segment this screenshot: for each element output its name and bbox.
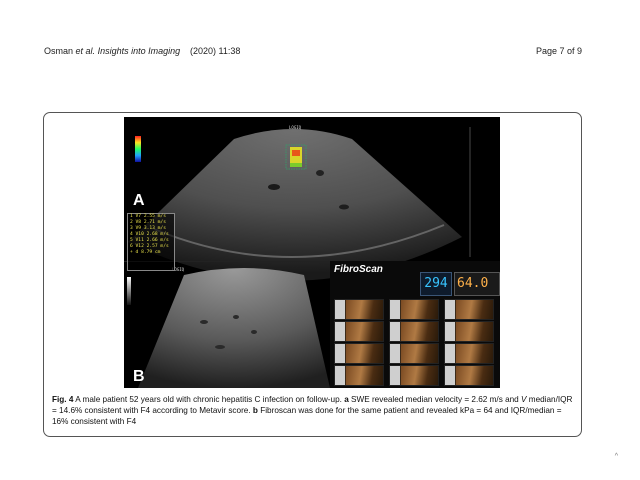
- elastogram-cell: [444, 343, 494, 364]
- figure-image: A B LOGIQ LOGIQ 1 V7 2.55 m/s 2 V8 2.71 …: [124, 117, 500, 388]
- measurement-row: + d 8.79 cm: [130, 250, 161, 255]
- elastogram-cell: [334, 321, 384, 342]
- elastogram-cell: [334, 343, 384, 364]
- elastogram-cell: [389, 321, 439, 342]
- elastogram-grid: [334, 299, 497, 387]
- elastogram-cell: [444, 299, 494, 320]
- panel-b-label: B: [133, 368, 145, 385]
- figure-caption: Fig. 4 A male patient 52 years old with …: [52, 394, 574, 427]
- elastogram-cell: [334, 299, 384, 320]
- header-authors: Osman: [44, 46, 74, 56]
- cap-value: 64.0: [454, 272, 500, 296]
- caption-text: SWE revealed median velocity = 2.62 m/s …: [348, 395, 521, 404]
- scroll-indicator-icon: ^: [614, 453, 618, 460]
- measurement-table: 1 V7 2.55 m/s 2 V8 2.71 m/s 3 V9 3.13 m/…: [127, 213, 175, 271]
- fibroscan-logo: FibroScan: [334, 264, 383, 275]
- header-volume: (2020) 11:38: [190, 46, 241, 56]
- page-number: Page 7 of 9: [535, 46, 582, 56]
- elastogram-cell: [444, 365, 494, 386]
- header-et-al: et al.: [75, 46, 96, 56]
- header-journal: Insights into Imaging: [97, 46, 181, 56]
- elastogram-cell: [389, 299, 439, 320]
- elastogram-cell: [444, 321, 494, 342]
- elastogram-cell: [389, 365, 439, 386]
- probe-label-a: LOGIQ: [289, 125, 302, 130]
- elastogram-cell: [389, 343, 439, 364]
- running-header-citation: Osman et al. Insights into Imaging: [44, 46, 180, 56]
- stiffness-value: 294: [420, 272, 452, 296]
- caption-text: A male patient 52 years old with chronic…: [73, 395, 345, 404]
- panel-a-label: A: [133, 192, 145, 209]
- fibroscan-panel: FibroScan 294 64.0: [330, 261, 500, 388]
- caption-label: Fig. 4: [52, 395, 74, 404]
- elastogram-cell: [334, 365, 384, 386]
